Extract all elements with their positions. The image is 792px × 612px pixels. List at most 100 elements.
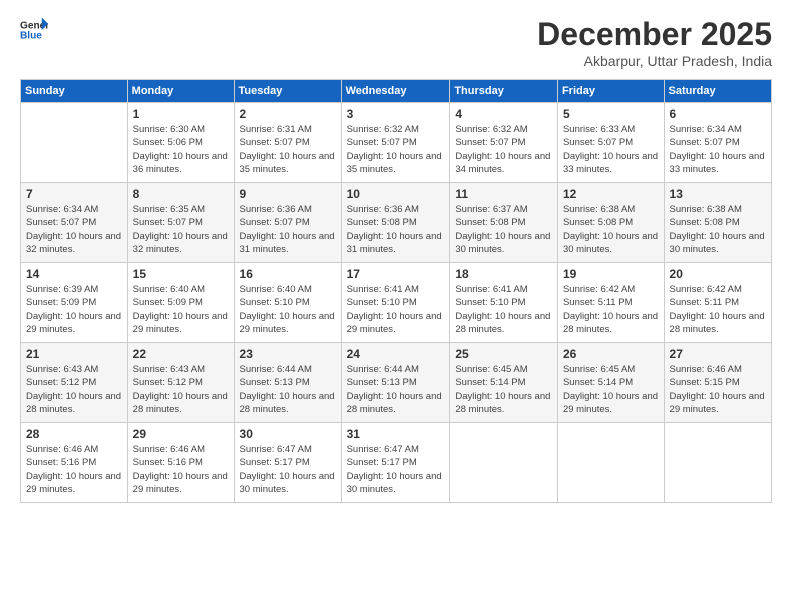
day-detail: Sunrise: 6:44 AMSunset: 5:13 PMDaylight:… [347, 364, 442, 415]
header: General Blue December 2025 Akbarpur, Utt… [20, 16, 772, 69]
day-detail: Sunrise: 6:44 AMSunset: 5:13 PMDaylight:… [240, 364, 335, 415]
table-row: 21 Sunrise: 6:43 AMSunset: 5:12 PMDaylig… [21, 343, 128, 423]
svg-text:Blue: Blue [20, 31, 42, 42]
location: Akbarpur, Uttar Pradesh, India [537, 53, 772, 69]
day-detail: Sunrise: 6:45 AMSunset: 5:14 PMDaylight:… [563, 364, 658, 415]
day-number: 17 [347, 267, 445, 281]
day-detail: Sunrise: 6:38 AMSunset: 5:08 PMDaylight:… [563, 204, 658, 255]
day-number: 28 [26, 427, 122, 441]
table-row: 16 Sunrise: 6:40 AMSunset: 5:10 PMDaylig… [234, 263, 341, 343]
table-row: 11 Sunrise: 6:37 AMSunset: 5:08 PMDaylig… [450, 183, 558, 263]
table-row: 12 Sunrise: 6:38 AMSunset: 5:08 PMDaylig… [557, 183, 664, 263]
day-number: 8 [133, 187, 229, 201]
table-row: 26 Sunrise: 6:45 AMSunset: 5:14 PMDaylig… [557, 343, 664, 423]
day-number: 16 [240, 267, 336, 281]
col-friday: Friday [557, 80, 664, 103]
day-detail: Sunrise: 6:32 AMSunset: 5:07 PMDaylight:… [455, 124, 550, 175]
table-row: 19 Sunrise: 6:42 AMSunset: 5:11 PMDaylig… [557, 263, 664, 343]
logo: General Blue [20, 16, 48, 44]
day-detail: Sunrise: 6:45 AMSunset: 5:14 PMDaylight:… [455, 364, 550, 415]
table-row: 1 Sunrise: 6:30 AMSunset: 5:06 PMDayligh… [127, 103, 234, 183]
table-row: 7 Sunrise: 6:34 AMSunset: 5:07 PMDayligh… [21, 183, 128, 263]
calendar-week-2: 14 Sunrise: 6:39 AMSunset: 5:09 PMDaylig… [21, 263, 772, 343]
table-row: 18 Sunrise: 6:41 AMSunset: 5:10 PMDaylig… [450, 263, 558, 343]
table-row: 24 Sunrise: 6:44 AMSunset: 5:13 PMDaylig… [341, 343, 450, 423]
day-number: 25 [455, 347, 552, 361]
day-number: 11 [455, 187, 552, 201]
day-detail: Sunrise: 6:40 AMSunset: 5:09 PMDaylight:… [133, 284, 228, 335]
col-sunday: Sunday [21, 80, 128, 103]
calendar-week-4: 28 Sunrise: 6:46 AMSunset: 5:16 PMDaylig… [21, 423, 772, 503]
table-row: 23 Sunrise: 6:44 AMSunset: 5:13 PMDaylig… [234, 343, 341, 423]
day-detail: Sunrise: 6:37 AMSunset: 5:08 PMDaylight:… [455, 204, 550, 255]
day-number: 21 [26, 347, 122, 361]
day-detail: Sunrise: 6:34 AMSunset: 5:07 PMDaylight:… [26, 204, 121, 255]
table-row: 17 Sunrise: 6:41 AMSunset: 5:10 PMDaylig… [341, 263, 450, 343]
day-detail: Sunrise: 6:47 AMSunset: 5:17 PMDaylight:… [240, 444, 335, 495]
day-detail: Sunrise: 6:35 AMSunset: 5:07 PMDaylight:… [133, 204, 228, 255]
day-number: 10 [347, 187, 445, 201]
day-number: 29 [133, 427, 229, 441]
day-detail: Sunrise: 6:33 AMSunset: 5:07 PMDaylight:… [563, 124, 658, 175]
day-number: 14 [26, 267, 122, 281]
calendar-header-row: Sunday Monday Tuesday Wednesday Thursday… [21, 80, 772, 103]
table-row [664, 423, 771, 503]
calendar-week-0: 1 Sunrise: 6:30 AMSunset: 5:06 PMDayligh… [21, 103, 772, 183]
day-number: 22 [133, 347, 229, 361]
col-monday: Monday [127, 80, 234, 103]
day-number: 9 [240, 187, 336, 201]
day-number: 2 [240, 107, 336, 121]
table-row: 10 Sunrise: 6:36 AMSunset: 5:08 PMDaylig… [341, 183, 450, 263]
day-number: 19 [563, 267, 659, 281]
day-detail: Sunrise: 6:31 AMSunset: 5:07 PMDaylight:… [240, 124, 335, 175]
day-detail: Sunrise: 6:43 AMSunset: 5:12 PMDaylight:… [26, 364, 121, 415]
table-row: 28 Sunrise: 6:46 AMSunset: 5:16 PMDaylig… [21, 423, 128, 503]
calendar-week-1: 7 Sunrise: 6:34 AMSunset: 5:07 PMDayligh… [21, 183, 772, 263]
col-saturday: Saturday [664, 80, 771, 103]
day-number: 5 [563, 107, 659, 121]
table-row [450, 423, 558, 503]
day-detail: Sunrise: 6:42 AMSunset: 5:11 PMDaylight:… [670, 284, 765, 335]
day-number: 27 [670, 347, 766, 361]
day-detail: Sunrise: 6:46 AMSunset: 5:15 PMDaylight:… [670, 364, 765, 415]
col-thursday: Thursday [450, 80, 558, 103]
table-row: 20 Sunrise: 6:42 AMSunset: 5:11 PMDaylig… [664, 263, 771, 343]
table-row: 25 Sunrise: 6:45 AMSunset: 5:14 PMDaylig… [450, 343, 558, 423]
day-number: 18 [455, 267, 552, 281]
table-row: 14 Sunrise: 6:39 AMSunset: 5:09 PMDaylig… [21, 263, 128, 343]
day-detail: Sunrise: 6:34 AMSunset: 5:07 PMDaylight:… [670, 124, 765, 175]
table-row [557, 423, 664, 503]
day-detail: Sunrise: 6:47 AMSunset: 5:17 PMDaylight:… [347, 444, 442, 495]
table-row: 27 Sunrise: 6:46 AMSunset: 5:15 PMDaylig… [664, 343, 771, 423]
day-number: 3 [347, 107, 445, 121]
table-row: 31 Sunrise: 6:47 AMSunset: 5:17 PMDaylig… [341, 423, 450, 503]
day-number: 1 [133, 107, 229, 121]
day-detail: Sunrise: 6:36 AMSunset: 5:08 PMDaylight:… [347, 204, 442, 255]
day-detail: Sunrise: 6:41 AMSunset: 5:10 PMDaylight:… [347, 284, 442, 335]
day-detail: Sunrise: 6:43 AMSunset: 5:12 PMDaylight:… [133, 364, 228, 415]
table-row: 4 Sunrise: 6:32 AMSunset: 5:07 PMDayligh… [450, 103, 558, 183]
day-number: 20 [670, 267, 766, 281]
day-number: 7 [26, 187, 122, 201]
table-row: 29 Sunrise: 6:46 AMSunset: 5:16 PMDaylig… [127, 423, 234, 503]
page: General Blue December 2025 Akbarpur, Utt… [0, 0, 792, 612]
col-tuesday: Tuesday [234, 80, 341, 103]
table-row: 22 Sunrise: 6:43 AMSunset: 5:12 PMDaylig… [127, 343, 234, 423]
day-number: 31 [347, 427, 445, 441]
day-detail: Sunrise: 6:39 AMSunset: 5:09 PMDaylight:… [26, 284, 121, 335]
logo-icon: General Blue [20, 16, 48, 44]
day-number: 15 [133, 267, 229, 281]
calendar-week-3: 21 Sunrise: 6:43 AMSunset: 5:12 PMDaylig… [21, 343, 772, 423]
day-number: 13 [670, 187, 766, 201]
day-detail: Sunrise: 6:30 AMSunset: 5:06 PMDaylight:… [133, 124, 228, 175]
day-number: 26 [563, 347, 659, 361]
day-detail: Sunrise: 6:40 AMSunset: 5:10 PMDaylight:… [240, 284, 335, 335]
table-row: 2 Sunrise: 6:31 AMSunset: 5:07 PMDayligh… [234, 103, 341, 183]
day-number: 24 [347, 347, 445, 361]
table-row: 30 Sunrise: 6:47 AMSunset: 5:17 PMDaylig… [234, 423, 341, 503]
col-wednesday: Wednesday [341, 80, 450, 103]
day-detail: Sunrise: 6:46 AMSunset: 5:16 PMDaylight:… [26, 444, 121, 495]
day-number: 6 [670, 107, 766, 121]
table-row [21, 103, 128, 183]
day-detail: Sunrise: 6:38 AMSunset: 5:08 PMDaylight:… [670, 204, 765, 255]
